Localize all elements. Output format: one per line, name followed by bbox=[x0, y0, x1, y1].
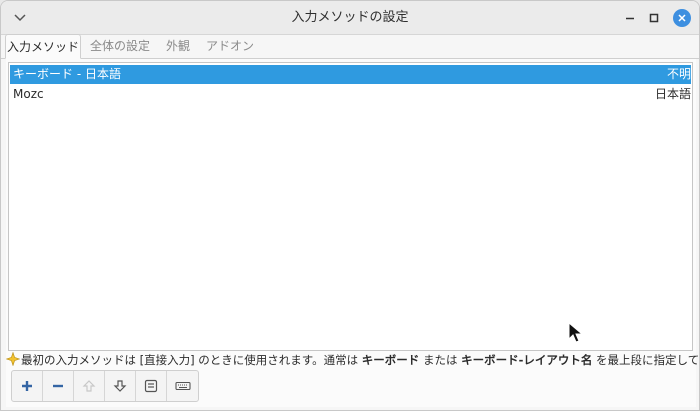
list-item[interactable]: キーボード - 日本語 不明 bbox=[10, 65, 691, 84]
tab-bar: 入力メソッド 全体の設定 外観 アドオン bbox=[1, 34, 699, 59]
tab-input-methods[interactable]: 入力メソッド bbox=[5, 34, 81, 59]
tab-content: キーボード - 日本語 不明 Mozc 日本語 最初の入力メソッドは [直接入力… bbox=[6, 59, 699, 407]
hint-part-2: または bbox=[419, 353, 462, 367]
input-method-language: 日本語 bbox=[654, 87, 691, 101]
close-button[interactable] bbox=[673, 9, 691, 27]
tab-addons[interactable]: アドオン bbox=[203, 34, 257, 58]
title-bar[interactable]: 入力メソッドの設定 bbox=[1, 1, 699, 35]
add-button[interactable] bbox=[12, 371, 43, 401]
move-down-button[interactable] bbox=[105, 371, 136, 401]
list-item[interactable]: Mozc 日本語 bbox=[10, 85, 691, 104]
minimize-icon bbox=[626, 17, 634, 20]
move-down-icon bbox=[113, 380, 127, 392]
move-up-button[interactable] bbox=[74, 371, 105, 401]
maximize-button[interactable] bbox=[644, 8, 664, 28]
move-up-icon bbox=[82, 380, 96, 392]
hint-text: 最初の入力メソッドは [直接入力] のときに使用されます。通常は キーボード ま… bbox=[6, 352, 699, 368]
hint-keyboard-layout: キーボード-レイアウト名 bbox=[461, 353, 593, 367]
minimize-button[interactable] bbox=[620, 8, 640, 28]
hint-part-1: 最初の入力メソッドは [直接入力] のときに使用されます。通常は bbox=[21, 353, 362, 367]
input-method-name: Mozc bbox=[13, 87, 44, 101]
keyboard-layout-button[interactable] bbox=[167, 371, 198, 401]
input-method-language: 不明 bbox=[666, 67, 691, 81]
window-title: 入力メソッドの設定 bbox=[291, 10, 409, 25]
input-method-name: キーボード - 日本語 bbox=[13, 67, 121, 81]
list-toolbar bbox=[11, 370, 199, 402]
input-method-list[interactable]: キーボード - 日本語 不明 Mozc 日本語 bbox=[8, 62, 693, 351]
configure-button[interactable] bbox=[136, 371, 167, 401]
keyboard-layout-icon bbox=[174, 381, 191, 391]
maximize-icon bbox=[649, 13, 659, 23]
configure-icon bbox=[144, 379, 158, 393]
remove-button[interactable] bbox=[43, 371, 74, 401]
hint-keyboard: キーボード bbox=[361, 353, 420, 367]
tab-appearance[interactable]: 外観 bbox=[161, 34, 195, 58]
tab-global-settings[interactable]: 全体の設定 bbox=[85, 34, 155, 58]
add-icon bbox=[22, 381, 32, 391]
remove-icon bbox=[53, 384, 63, 388]
close-icon bbox=[678, 14, 686, 22]
mouse-cursor-icon bbox=[568, 322, 584, 343]
hint-star-icon bbox=[6, 352, 20, 366]
settings-window: 入力メソッドの設定 入力メソッド 全体の設定 外観 アドオン キーボード - 日… bbox=[0, 0, 700, 411]
hint-part-3: を最上段に指定してください。 bbox=[596, 353, 699, 367]
